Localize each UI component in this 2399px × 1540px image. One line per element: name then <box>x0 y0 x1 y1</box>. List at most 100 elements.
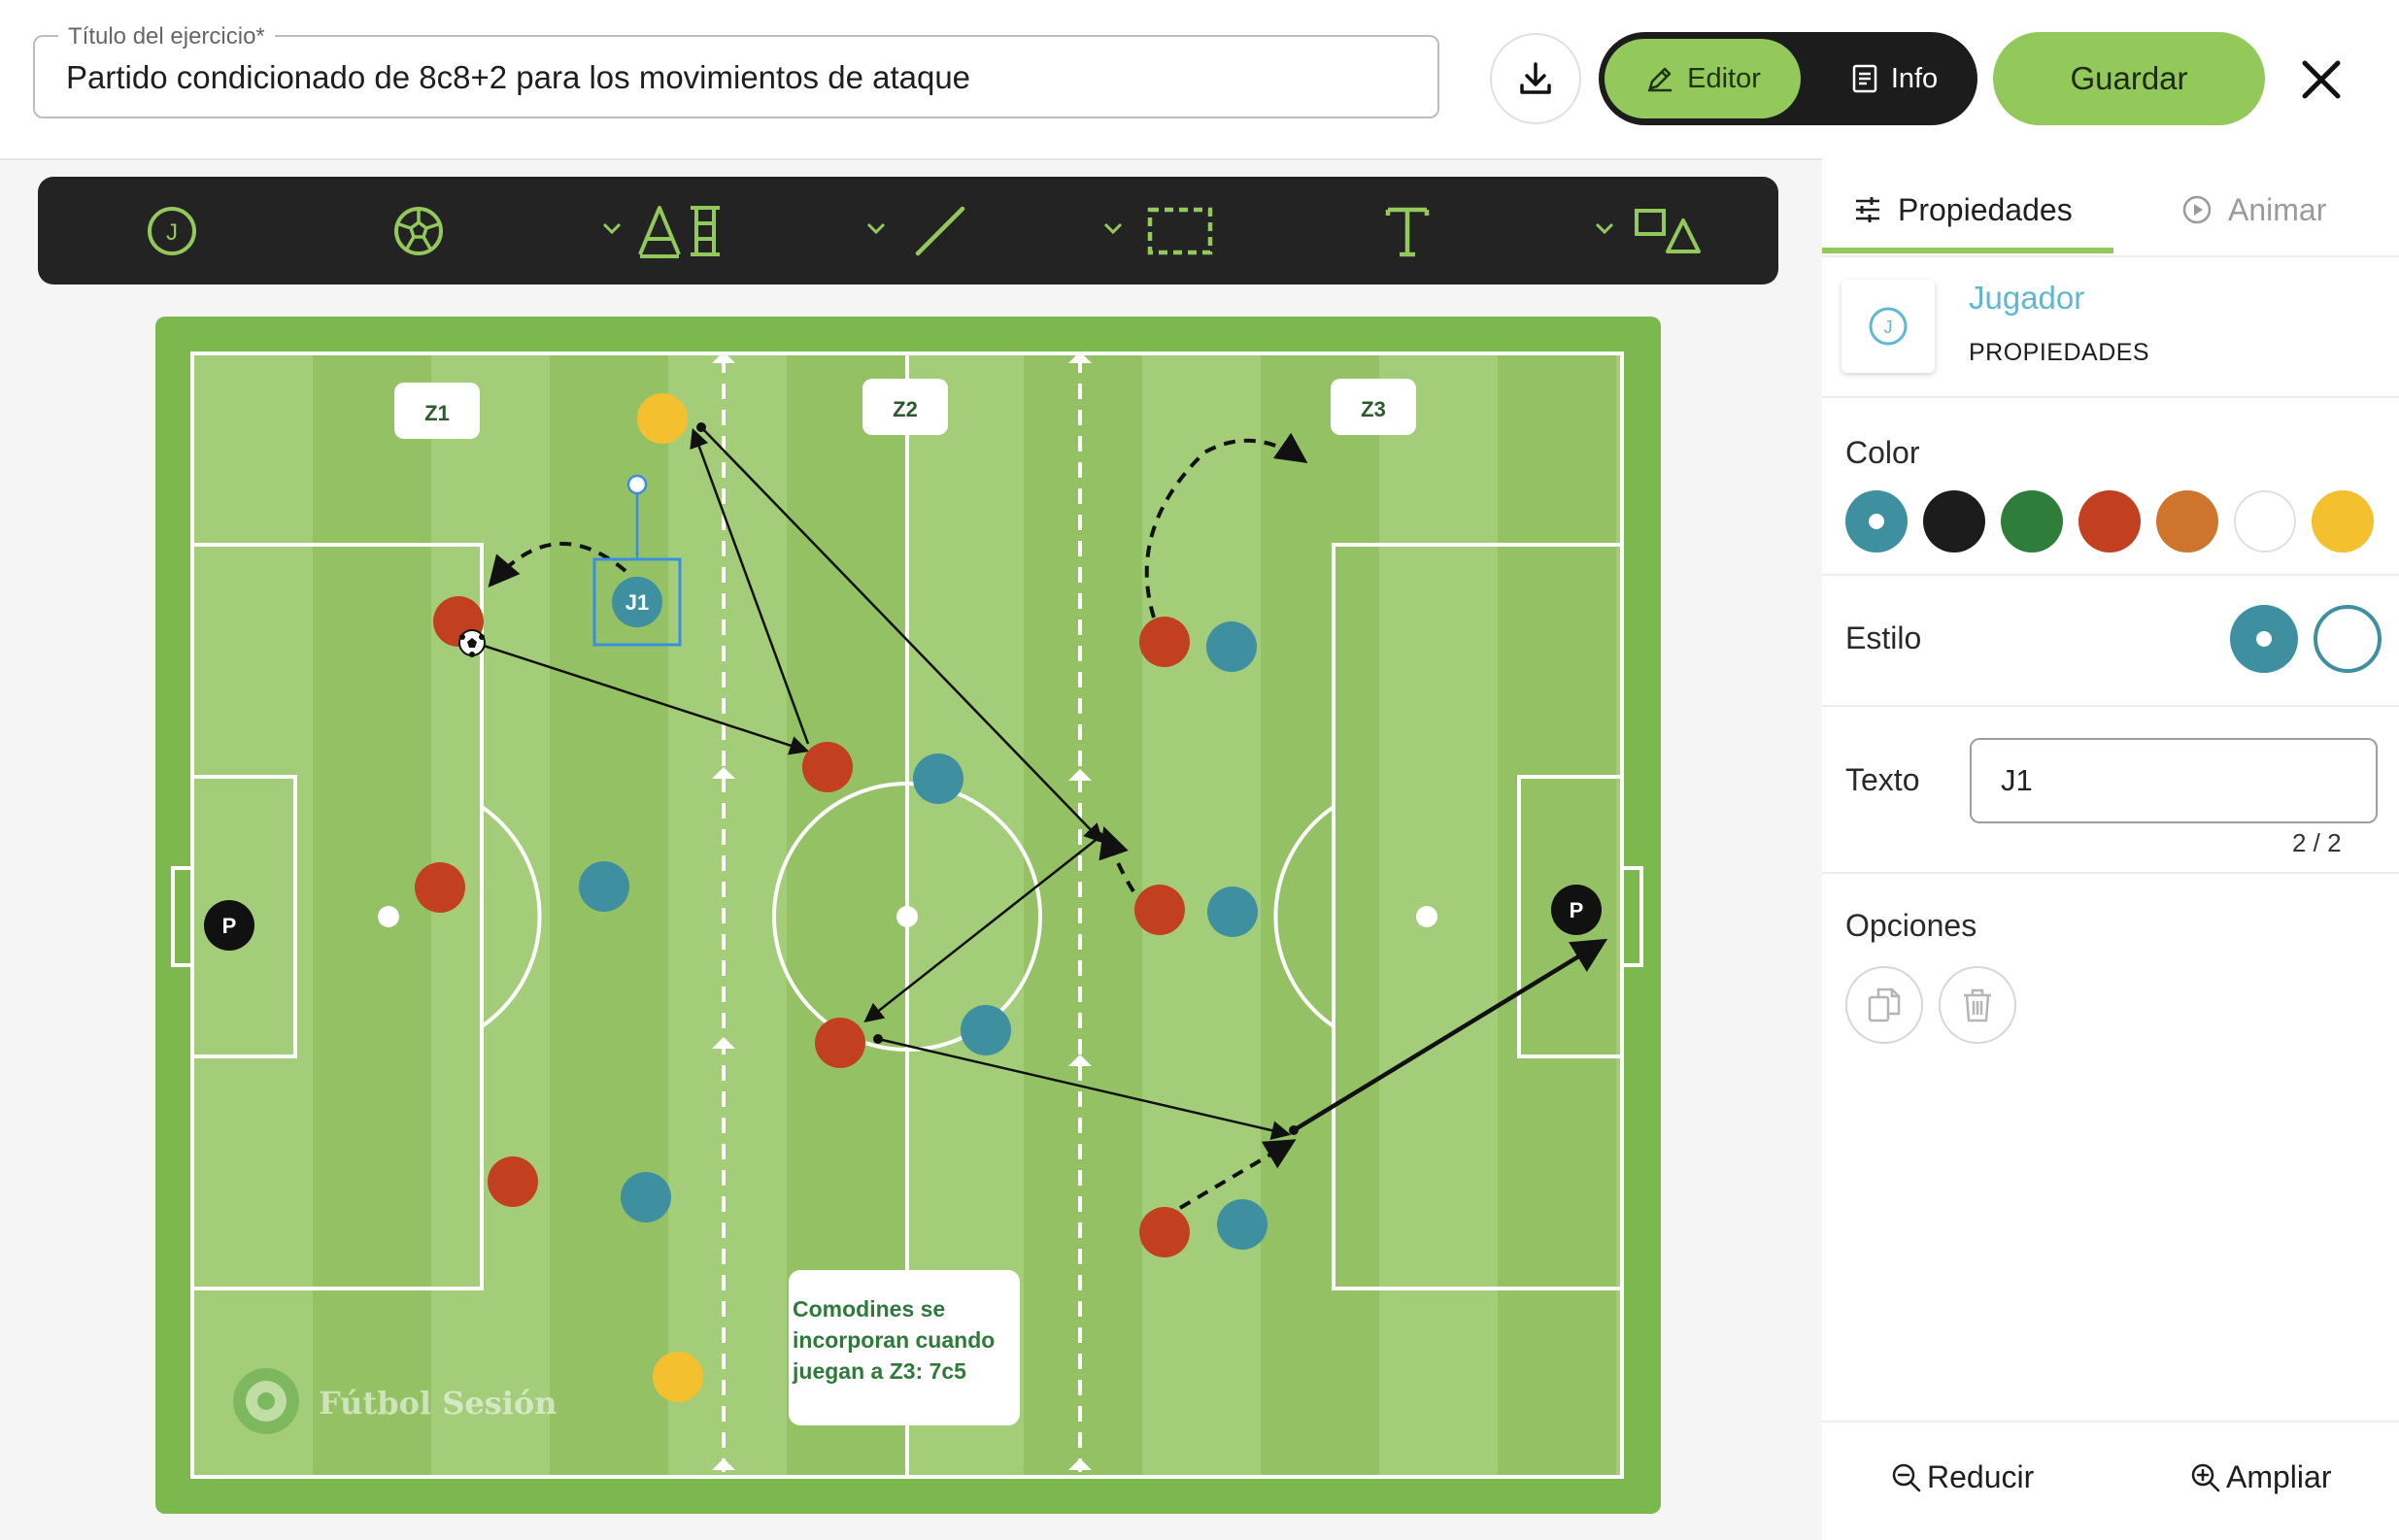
red-player <box>1139 1207 1190 1257</box>
text-t-icon <box>1385 207 1430 257</box>
red-player <box>802 742 853 792</box>
goalkeeper-right[interactable]: P <box>1551 885 1602 935</box>
duplicate-button[interactable] <box>1845 966 1923 1044</box>
shapes-tool-dropdown[interactable] <box>1590 214 1619 243</box>
player-text-input[interactable] <box>1970 738 2378 823</box>
svg-text:J: J <box>1884 318 1893 337</box>
blue-player <box>1207 887 1258 937</box>
properties-panel: Propiedades Animar J Jugador PROPIEDADES… <box>1822 158 2399 1540</box>
zone-label-z1[interactable]: Z1 <box>394 383 480 439</box>
color-swatch-orange[interactable] <box>2156 490 2218 552</box>
top-bar: Título del ejercicio* Editor Info Guarda… <box>0 0 2399 160</box>
note-card[interactable]: Comodines se incorporan cuando juegan a … <box>789 1270 1020 1425</box>
chevron-down-icon <box>866 222 886 235</box>
divider <box>1822 1421 2399 1423</box>
style-filled-option[interactable] <box>2230 605 2298 673</box>
element-subtitle: PROPIEDADES <box>1969 339 2150 366</box>
active-tab-indicator <box>1822 248 2113 253</box>
editor-mode-label: Editor <box>1687 62 1761 94</box>
joker-player <box>653 1352 703 1402</box>
zoom-in-label: Ampliar <box>2226 1459 2332 1494</box>
shapes-tool-button[interactable] <box>1631 194 1705 268</box>
save-button[interactable]: Guardar <box>1993 32 2265 125</box>
info-mode-label: Info <box>1890 62 1939 94</box>
color-label: Color <box>1845 435 1920 470</box>
style-label: Estilo <box>1845 620 1922 655</box>
sliders-icon <box>1856 197 1879 222</box>
svg-text:J: J <box>166 219 178 246</box>
panel-tabs: Propiedades Animar <box>1822 158 2399 257</box>
text-char-counter: 2 / 2 <box>2292 828 2342 857</box>
color-swatch-white[interactable] <box>2234 490 2296 552</box>
svg-text:Fútbol Sesión: Fútbol Sesión <box>319 1385 557 1422</box>
ball-tool-button[interactable] <box>382 194 456 268</box>
shapes-icon <box>1635 209 1701 253</box>
chevron-down-icon <box>1595 222 1614 235</box>
text-label-tool-dropdown[interactable] <box>597 214 626 243</box>
red-player <box>815 1018 865 1068</box>
download-button[interactable] <box>1490 33 1581 124</box>
dashed-rectangle-icon <box>1147 207 1213 255</box>
blue-player <box>621 1172 671 1222</box>
selection-tool-dropdown[interactable] <box>1098 214 1128 243</box>
exercise-title-input[interactable] <box>64 52 1408 103</box>
element-type-title: Jugador <box>1969 280 2085 316</box>
editor-mode-button[interactable]: Editor <box>1605 39 1801 118</box>
blue-player <box>913 753 963 804</box>
element-preview-card: J <box>1841 280 1935 373</box>
selection-tool-button[interactable] <box>1141 194 1219 268</box>
delete-button[interactable] <box>1939 966 2016 1044</box>
blue-player <box>1206 621 1257 672</box>
line-icon <box>915 206 965 256</box>
exercise-title-field[interactable]: Título del ejercicio* <box>33 23 1439 118</box>
tab-animate[interactable]: Animar <box>2181 185 2326 234</box>
blue-player <box>961 1005 1011 1055</box>
tab-animate-label: Animar <box>2228 191 2327 227</box>
soccer-ball-icon <box>394 207 443 255</box>
rotation-handle <box>626 474 648 495</box>
player-circle-icon: J <box>1869 307 1908 346</box>
color-swatch-yellow[interactable] <box>2312 490 2374 552</box>
chevron-down-icon <box>602 222 622 235</box>
zone-label-z3[interactable]: Z3 <box>1331 379 1416 435</box>
zone-label-z2[interactable]: Z2 <box>862 379 948 435</box>
red-player <box>488 1156 538 1207</box>
text-tool-button[interactable] <box>1378 194 1436 268</box>
text-label-tool-button[interactable] <box>632 194 729 268</box>
line-tool-button[interactable] <box>906 194 974 268</box>
options-label: Opciones <box>1845 908 1977 943</box>
red-player <box>415 862 465 913</box>
document-icon <box>1852 64 1877 93</box>
download-icon <box>1520 62 1551 94</box>
style-outline-option[interactable] <box>2314 605 2382 673</box>
color-swatch-green[interactable] <box>2001 490 2063 552</box>
blue-player <box>579 861 629 912</box>
svg-text:Z1: Z1 <box>424 401 450 425</box>
chevron-down-icon <box>1103 222 1123 235</box>
color-swatch-teal[interactable] <box>1845 490 1908 552</box>
drawing-toolbar: J <box>38 177 1778 285</box>
pitch-svg[interactable]: Z1 Z2 Z3 P P J1 Comodines se incorporan … <box>155 317 1661 1514</box>
color-swatch-red[interactable] <box>2078 490 2141 552</box>
red-player <box>1134 885 1185 935</box>
info-mode-button[interactable]: Info <box>1818 39 1970 118</box>
svg-text:P: P <box>1570 898 1584 922</box>
line-tool-dropdown[interactable] <box>862 214 891 243</box>
svg-text:Z2: Z2 <box>893 397 918 421</box>
goalkeeper-left[interactable]: P <box>204 900 254 951</box>
color-swatch-black[interactable] <box>1923 490 1985 552</box>
pitch-canvas[interactable]: Z1 Z2 Z3 P P J1 Comodines se incorporan … <box>155 317 1661 1514</box>
zoom-out-label: Reducir <box>1927 1459 2035 1494</box>
svg-text:J1: J1 <box>625 590 649 615</box>
text-label-icon <box>638 206 720 258</box>
blue-player <box>1217 1199 1267 1250</box>
zoom-out-button[interactable]: Reducir <box>1890 1459 2034 1495</box>
joker-player <box>637 393 688 444</box>
trash-icon <box>1964 988 1991 1022</box>
zoom-out-icon <box>1892 1463 1921 1491</box>
tab-properties[interactable]: Propiedades <box>1853 185 2073 234</box>
edit-pencil-icon <box>1648 67 1673 92</box>
close-button[interactable] <box>2292 50 2350 109</box>
zoom-in-button[interactable]: Ampliar <box>2189 1459 2331 1495</box>
player-tool-button[interactable]: J <box>135 194 209 268</box>
